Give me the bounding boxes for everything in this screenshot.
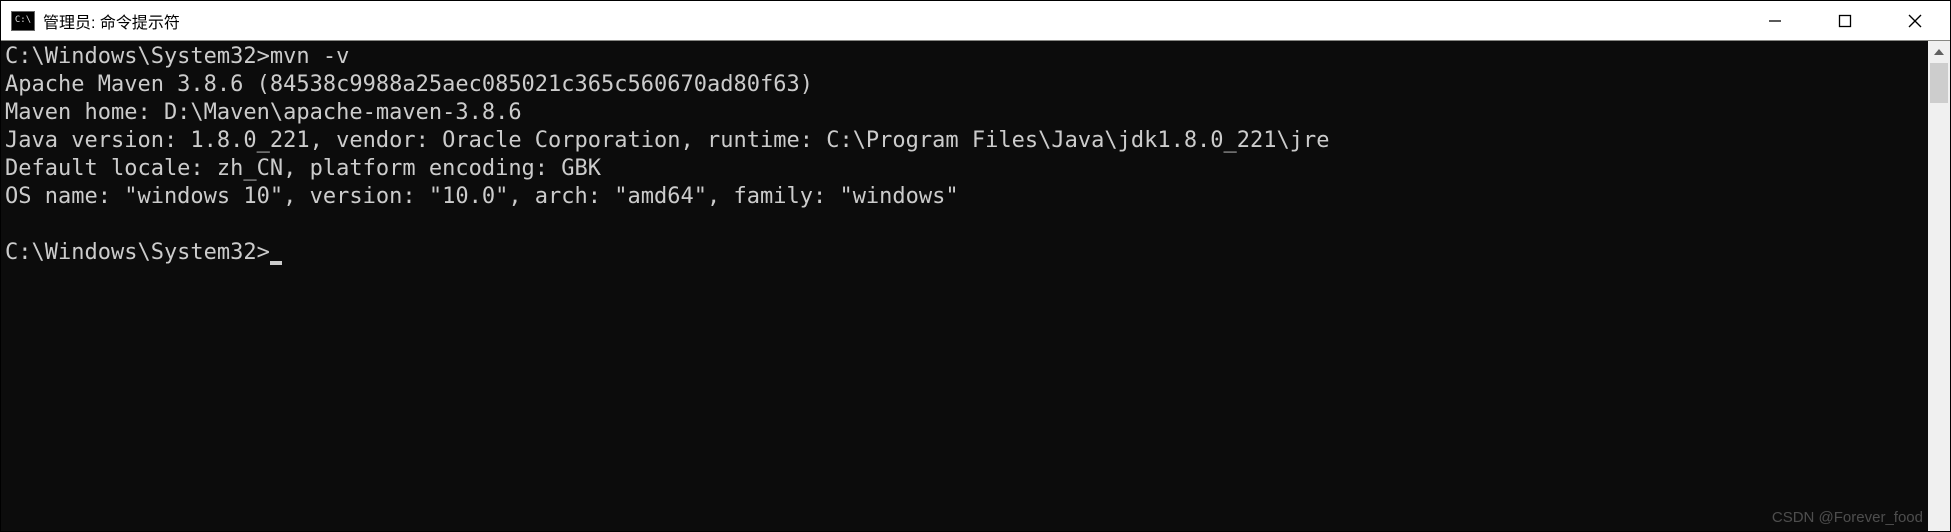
window-controls <box>1740 1 1950 40</box>
prompt-text: C:\Windows\System32> <box>5 44 270 69</box>
scroll-up-button[interactable] <box>1928 41 1950 63</box>
chevron-up-icon <box>1934 49 1944 55</box>
content-area: C:\Windows\System32>mvn -v Apache Maven … <box>1 41 1950 531</box>
maximize-icon <box>1838 14 1852 28</box>
window-title: 管理员: 命令提示符 <box>43 9 1740 33</box>
minimize-button[interactable] <box>1740 1 1810 40</box>
cmd-icon <box>11 11 35 31</box>
output-line: OS name: "windows 10", version: "10.0", … <box>5 184 959 209</box>
titlebar[interactable]: 管理员: 命令提示符 <box>1 1 1950 41</box>
vertical-scrollbar[interactable] <box>1928 41 1950 531</box>
maximize-button[interactable] <box>1810 1 1880 40</box>
close-icon <box>1908 14 1922 28</box>
minimize-icon <box>1768 14 1782 28</box>
terminal-cursor <box>270 261 282 265</box>
output-line: Apache Maven 3.8.6 (84538c9988a25aec0850… <box>5 72 813 97</box>
close-button[interactable] <box>1880 1 1950 40</box>
prompt-text: C:\Windows\System32> <box>5 240 270 265</box>
output-line: Default locale: zh_CN, platform encoding… <box>5 156 601 181</box>
command-text: mvn -v <box>270 44 349 69</box>
output-line: Maven home: D:\Maven\apache-maven-3.8.6 <box>5 100 522 125</box>
scrollbar-thumb[interactable] <box>1930 63 1948 103</box>
output-line: Java version: 1.8.0_221, vendor: Oracle … <box>5 128 1330 153</box>
terminal-output[interactable]: C:\Windows\System32>mvn -v Apache Maven … <box>1 41 1928 531</box>
command-prompt-window: 管理员: 命令提示符 C:\Windows\System32>mvn -v Ap… <box>0 0 1951 532</box>
